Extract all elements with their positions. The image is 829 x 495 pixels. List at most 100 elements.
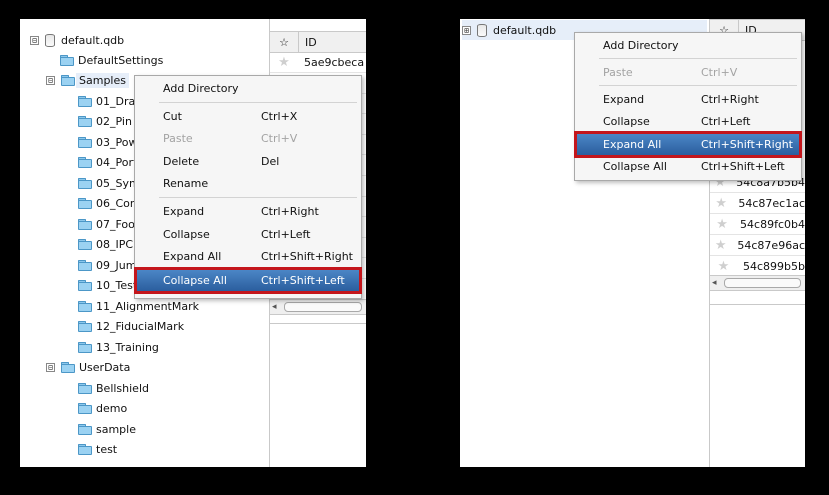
tree-item-10[interactable]: 10_Test — [78, 275, 137, 295]
collapse-toggle-icon[interactable]: ⊟ — [46, 75, 55, 85]
detail-pane — [270, 323, 366, 467]
menu-item-shortcut: Del — [261, 155, 280, 168]
folder-icon — [78, 260, 92, 271]
menu-item-shortcut: Ctrl+Shift+Left — [701, 160, 785, 173]
scroll-left-icon[interactable]: ◂ — [712, 276, 717, 290]
expand-toggle-icon[interactable]: ⊞ — [462, 25, 471, 35]
tree-item-label: test — [96, 442, 118, 456]
scrollbar-thumb[interactable] — [724, 278, 801, 288]
tree-item-04[interactable]: 04_Port — [78, 152, 137, 172]
database-icon — [45, 33, 55, 47]
menu-item-label: Expand All — [603, 138, 662, 151]
menu-item-label: Rename — [163, 177, 209, 190]
menu-item-delete[interactable]: Delete Del — [137, 151, 359, 172]
table-row[interactable]: ★ 54c87ec1ac — [710, 193, 805, 214]
tree-item-12[interactable]: 12_FiducialMark — [78, 316, 184, 336]
tree-item-defaultsettings[interactable]: DefaultSettings — [60, 50, 163, 70]
context-menu: Add Directory Cut Ctrl+X Paste Ctrl+V De… — [134, 75, 362, 299]
table-row[interactable]: ★ 54c87e96ac — [710, 235, 805, 256]
tree-item-06[interactable]: 06_Com — [78, 193, 141, 213]
collapse-toggle-icon[interactable]: ⊟ — [46, 362, 55, 372]
tree-item-02[interactable]: 02_Pin — [78, 111, 132, 131]
menu-item-label: Cut — [163, 110, 182, 123]
menu-item-shortcut: Ctrl+V — [261, 132, 298, 145]
favorite-star-icon[interactable]: ★ — [710, 259, 737, 274]
menu-separator — [599, 58, 797, 59]
tree-root-label: default.qdb — [493, 23, 557, 37]
folder-icon — [78, 444, 92, 455]
table-row[interactable]: ★ 54c899b5b — [710, 256, 805, 277]
tree-item-label: 10_Test — [96, 278, 138, 292]
table-row[interactable]: ★ 5ae9cbeca — [270, 52, 366, 73]
menu-item-collapse-all[interactable]: Collapse All Ctrl+Shift+Left — [577, 156, 799, 177]
tree-item-label: 02_Pin — [96, 114, 132, 128]
tree-item-label: demo — [96, 401, 128, 415]
tree-root-label: default.qdb — [61, 33, 125, 47]
tree-item-05[interactable]: 05_Sym — [78, 173, 140, 193]
menu-item-shortcut: Ctrl+Shift+Right — [701, 138, 793, 151]
detail-pane — [710, 304, 805, 467]
tree-item-samples[interactable]: ⊟ Samples — [46, 70, 129, 90]
menu-item-label: Expand — [163, 205, 205, 218]
favorite-star-icon[interactable]: ★ — [270, 55, 298, 70]
context-menu: Add Directory Paste Ctrl+V Expand Ctrl+R… — [574, 32, 802, 181]
tree-item-label: DefaultSettings — [78, 53, 164, 67]
menu-item-label: Collapse All — [603, 160, 667, 173]
tree-item-label: 04_Port — [96, 155, 138, 169]
menu-item-label: Collapse — [163, 228, 210, 241]
menu-item-label: Expand — [603, 93, 645, 106]
table-row[interactable]: ★ 54c89fc0b4 — [710, 214, 805, 235]
menu-item-add-directory[interactable]: Add Directory — [137, 78, 359, 99]
tree-item-test[interactable]: test — [78, 439, 117, 459]
menu-item-shortcut: Ctrl+X — [261, 110, 298, 123]
horizontal-scrollbar[interactable]: ◂ — [270, 299, 366, 315]
scroll-left-icon[interactable]: ◂ — [272, 300, 277, 314]
menu-item-collapse[interactable]: Collapse Ctrl+Left — [137, 224, 359, 245]
menu-item-paste[interactable]: Paste Ctrl+V — [137, 128, 359, 149]
folder-icon — [78, 239, 92, 250]
tree-item-07[interactable]: 07_Foot — [78, 214, 139, 234]
id-column-header[interactable]: ID — [299, 36, 317, 49]
folder-icon — [78, 178, 92, 189]
tree-item-03[interactable]: 03_Pow — [78, 132, 137, 152]
horizontal-scrollbar[interactable]: ◂ — [710, 275, 805, 291]
tree-item-09[interactable]: 09_Jum — [78, 255, 136, 275]
menu-item-label: Collapse All — [163, 274, 227, 287]
tree-root-row[interactable]: ⊟ default.qdb — [30, 30, 124, 50]
tree-item-label: 12_FiducialMark — [96, 319, 185, 333]
tree-item-11[interactable]: 11_AlignmentMark — [78, 296, 199, 316]
grid-header: ☆ ID — [270, 31, 366, 53]
tree-item-13[interactable]: 13_Training — [78, 337, 159, 357]
menu-item-expand-all[interactable]: Expand All Ctrl+Shift+Right — [574, 131, 802, 158]
menu-item-add-directory[interactable]: Add Directory — [577, 35, 799, 56]
id-cell: 54c89fc0b4 — [740, 217, 805, 231]
favorite-star-icon[interactable]: ★ — [710, 196, 732, 211]
tree-item-08[interactable]: 08_IPCF — [78, 234, 139, 254]
menu-item-expand-all[interactable]: Expand All Ctrl+Shift+Right — [137, 246, 359, 267]
folder-icon — [61, 75, 75, 86]
tree-item-label: 03_Pow — [96, 135, 138, 149]
tree-item-bellshield[interactable]: Bellshield — [78, 378, 149, 398]
favorite-column-header[interactable]: ☆ — [270, 32, 299, 52]
tree-item-label: 09_Jum — [96, 258, 137, 272]
menu-separator — [599, 85, 797, 86]
tree-item-demo[interactable]: demo — [78, 398, 127, 418]
menu-item-expand[interactable]: Expand Ctrl+Right — [577, 89, 799, 110]
tree-item-sample[interactable]: sample — [78, 419, 136, 439]
id-cell: 54c87e96ac — [737, 238, 805, 252]
menu-item-expand[interactable]: Expand Ctrl+Right — [137, 201, 359, 222]
tree-item-userdata[interactable]: ⊟ UserData — [46, 357, 130, 377]
menu-item-shortcut: Ctrl+V — [701, 66, 738, 79]
favorite-star-icon[interactable]: ★ — [710, 217, 734, 232]
menu-item-rename[interactable]: Rename — [137, 173, 359, 194]
scrollbar-thumb[interactable] — [284, 302, 362, 312]
menu-item-collapse[interactable]: Collapse Ctrl+Left — [577, 111, 799, 132]
collapse-toggle-icon[interactable]: ⊟ — [30, 35, 39, 45]
folder-icon — [78, 198, 92, 209]
id-cell: 54c899b5b — [742, 259, 805, 273]
menu-item-collapse-all[interactable]: Collapse All Ctrl+Shift+Left — [134, 267, 362, 294]
menu-item-cut[interactable]: Cut Ctrl+X — [137, 106, 359, 127]
menu-separator — [159, 197, 357, 198]
menu-item-paste[interactable]: Paste Ctrl+V — [577, 62, 799, 83]
favorite-star-icon[interactable]: ★ — [710, 238, 731, 253]
